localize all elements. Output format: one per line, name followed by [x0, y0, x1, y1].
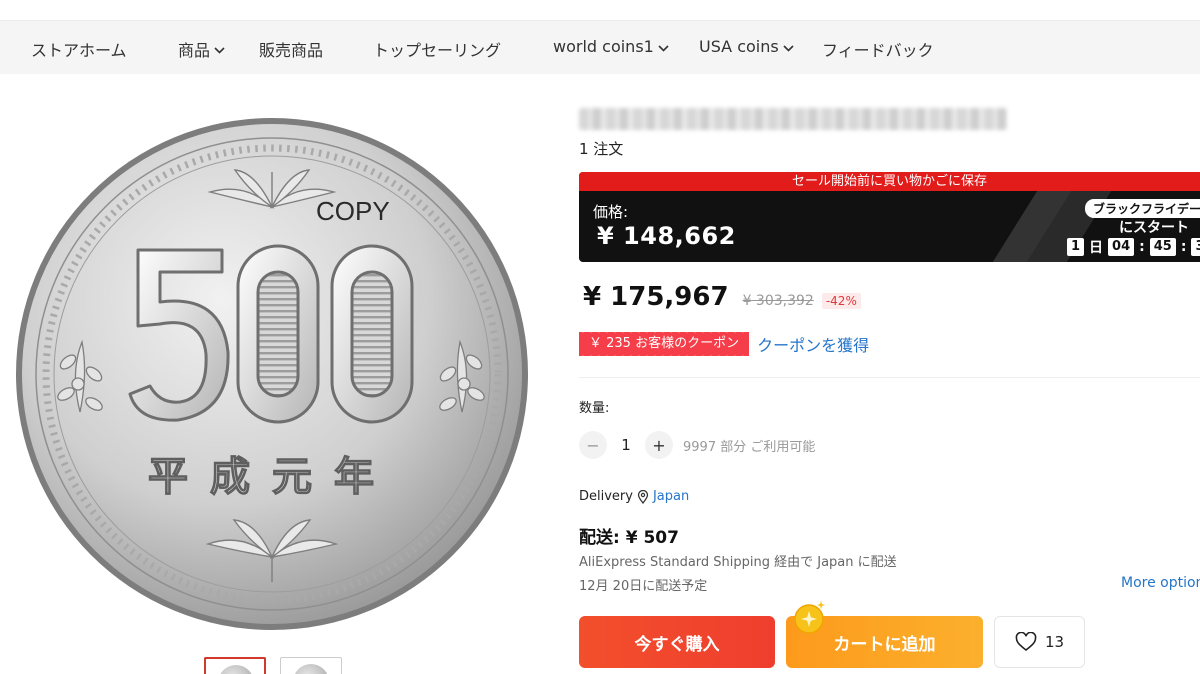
- shipping-method: AliExpress Standard Shipping 経由で Japan に…: [579, 555, 897, 570]
- coin-copy-text: COPY: [316, 196, 390, 226]
- get-coupon-link[interactable]: クーポンを獲得: [757, 332, 869, 356]
- order-count: 1 注文: [579, 140, 624, 158]
- quantity-value[interactable]: 1: [607, 436, 645, 454]
- nav-feedback[interactable]: フィードバック: [822, 37, 934, 61]
- quantity-increase-button[interactable]: +: [645, 431, 673, 459]
- coin-thumbnail: [293, 664, 329, 674]
- sale-start-text: にスタート: [1119, 220, 1189, 236]
- sparkle-coin-icon: [794, 601, 825, 634]
- more-options-link[interactable]: More option: [1121, 575, 1200, 591]
- thumbnail-strip: [204, 657, 342, 674]
- discount-badge: -42%: [821, 293, 861, 309]
- nav-on-sale[interactable]: 販売商品: [259, 37, 323, 61]
- nav-label: フィードバック: [822, 41, 934, 60]
- countdown-separator: :: [1139, 239, 1145, 255]
- nav-store-home[interactable]: ストアホーム: [31, 37, 127, 61]
- sale-price-label: 価格:: [593, 203, 629, 221]
- divider: [579, 377, 1200, 378]
- quantity-decrease-button[interactable]: −: [579, 431, 607, 459]
- delivery-row: Delivery Japan: [579, 489, 689, 504]
- coupon-row: ￥ 235 お客様のクーポン クーポンを獲得: [579, 330, 869, 358]
- chevron-down-icon: [214, 47, 225, 54]
- countdown-days: 1: [1067, 238, 1085, 256]
- nav-label: ストアホーム: [31, 41, 127, 60]
- wishlist-button[interactable]: 13: [994, 616, 1085, 668]
- nav-top-selling[interactable]: トップセーリング: [373, 37, 501, 61]
- nav-label: 商品: [178, 41, 211, 60]
- delivery-location[interactable]: Japan: [653, 489, 689, 504]
- countdown-timer: 1 日 04 : 45 : 3: [1067, 237, 1200, 257]
- chevron-down-icon: [783, 44, 794, 52]
- nav-label: トップセーリング: [373, 41, 502, 60]
- location-pin-icon: [637, 489, 649, 504]
- black-friday-badge: ブラックフライデー: [1085, 199, 1200, 218]
- quantity-stepper: − 1 + 9997 部分 ご利用可能: [579, 431, 815, 459]
- chevron-down-icon: [658, 44, 669, 52]
- coupon-tag[interactable]: ￥ 235 お客様のクーポン: [579, 330, 750, 358]
- shipping-cost: 配送: ¥ 507: [579, 528, 679, 548]
- sale-banner: セール開始前に買い物かごに保存 価格: ¥ 148,662 ブラックフライデー …: [579, 172, 1200, 262]
- heart-icon: [1015, 632, 1037, 652]
- countdown-separator: :: [1180, 239, 1187, 255]
- product-title-blurred: [579, 108, 1007, 130]
- countdown-minutes: 45: [1149, 238, 1176, 256]
- nav-label: world coins1: [553, 37, 654, 56]
- nav-label: 販売商品: [259, 41, 324, 60]
- nav-products[interactable]: 商品: [178, 37, 225, 61]
- countdown-hours: 04: [1108, 238, 1135, 256]
- buy-now-button[interactable]: 今すぐ購入: [579, 616, 775, 668]
- nav-label: USA coins: [699, 37, 779, 56]
- sale-notice: セール開始前に買い物かごに保存: [579, 172, 1200, 191]
- current-price: ¥ 175,967: [583, 282, 729, 312]
- sale-price: ¥ 148,662: [597, 222, 736, 250]
- countdown-seconds: 3: [1191, 238, 1200, 256]
- delivery-estimate: 12月 20日に配送予定: [579, 579, 708, 594]
- delivery-label: Delivery: [579, 489, 633, 504]
- coin-thumbnail: [218, 665, 254, 674]
- coin-image: COPY 平成元年: [16, 118, 528, 630]
- price-row: ¥ 175,967 ¥ 303,392 -42%: [583, 282, 861, 312]
- thumbnail-1[interactable]: [204, 657, 266, 674]
- quantity-label: 数量:: [579, 401, 610, 416]
- wishlist-count: 13: [1044, 633, 1065, 651]
- coin-era-text: 平成元年: [148, 453, 396, 500]
- store-nav: ストアホーム 商品 販売商品 トップセーリング world coins1 USA…: [0, 20, 1200, 74]
- countdown-day-unit: 日: [1089, 240, 1104, 256]
- nav-world-coins[interactable]: world coins1: [553, 37, 669, 56]
- thumbnail-2[interactable]: [280, 657, 342, 674]
- original-price: ¥ 303,392: [742, 293, 814, 309]
- quantity-available: 9997 部分 ご利用可能: [683, 439, 816, 455]
- product-image[interactable]: COPY 平成元年: [10, 112, 538, 640]
- nav-usa-coins[interactable]: USA coins: [699, 37, 794, 56]
